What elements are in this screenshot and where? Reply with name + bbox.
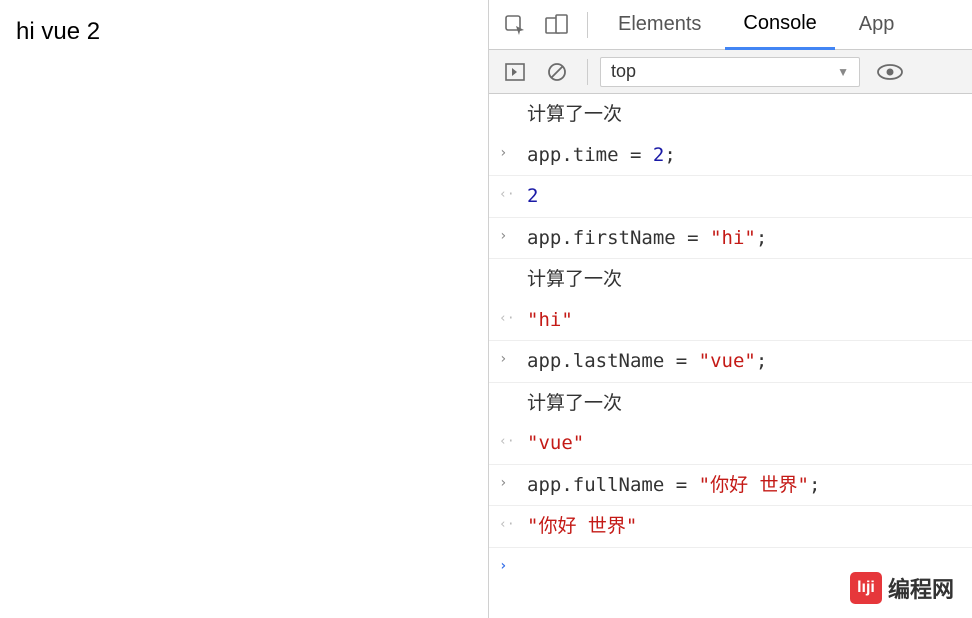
console-content: 2 xyxy=(527,182,962,211)
console-row: ‹·2 xyxy=(489,176,972,218)
console-content: app.fullName = "你好 世界"; xyxy=(527,471,962,500)
console-gutter: ‹· xyxy=(499,306,527,329)
context-selector-value: top xyxy=(611,61,636,82)
console-row: 计算了一次 xyxy=(489,383,972,424)
console-gutter xyxy=(499,265,527,267)
console-content: "你好 世界" xyxy=(527,512,962,541)
watermark: lıji 编程网 xyxy=(850,572,954,604)
console-row: 计算了一次 xyxy=(489,259,972,300)
tab-application[interactable]: App xyxy=(841,1,913,48)
devtools-panel: Elements Console App top ▼ xyxy=(489,0,972,618)
console-gutter: › xyxy=(499,224,527,247)
console-gutter: ‹· xyxy=(499,429,527,452)
console-gutter: › xyxy=(499,554,527,577)
console-gutter xyxy=(499,100,527,102)
console-row: ›app.lastName = "vue"; xyxy=(489,341,972,383)
console-toolbar: top ▼ xyxy=(489,50,972,94)
sidebar-toggle-icon[interactable] xyxy=(497,54,533,90)
toolbar-divider xyxy=(587,12,588,38)
console-gutter: ‹· xyxy=(499,182,527,205)
console-content: app.firstName = "hi"; xyxy=(527,224,962,253)
tab-elements[interactable]: Elements xyxy=(600,1,719,48)
context-selector[interactable]: top ▼ xyxy=(600,57,860,87)
page-text: hi vue 2 xyxy=(16,18,100,45)
console-log-area[interactable]: 计算了一次›app.time = 2;‹·2›app.firstName = "… xyxy=(489,94,972,618)
console-content: app.lastName = "vue"; xyxy=(527,347,962,376)
toolbar-divider xyxy=(587,59,588,85)
devtools-toolbar: Elements Console App xyxy=(489,0,972,50)
console-content: "vue" xyxy=(527,429,962,458)
console-row: ›app.firstName = "hi"; xyxy=(489,218,972,260)
live-expression-icon[interactable] xyxy=(872,54,908,90)
console-row: ‹·"hi" xyxy=(489,300,972,342)
inspect-icon[interactable] xyxy=(497,7,533,43)
clear-console-icon[interactable] xyxy=(539,54,575,90)
console-content: "hi" xyxy=(527,306,962,335)
console-row: ‹·"你好 世界" xyxy=(489,506,972,548)
console-gutter: › xyxy=(499,471,527,494)
console-content: 计算了一次 xyxy=(527,100,962,129)
console-row: 计算了一次 xyxy=(489,94,972,135)
console-gutter: ‹· xyxy=(499,512,527,535)
tab-console[interactable]: Console xyxy=(725,0,834,50)
device-toggle-icon[interactable] xyxy=(539,7,575,43)
console-row: ‹·"vue" xyxy=(489,423,972,465)
console-row: ›app.time = 2; xyxy=(489,135,972,177)
console-row: ›app.fullName = "你好 世界"; xyxy=(489,465,972,507)
page-content: hi vue 2 xyxy=(0,0,489,618)
console-content: 计算了一次 xyxy=(527,389,962,418)
console-gutter xyxy=(499,389,527,391)
console-content: app.time = 2; xyxy=(527,141,962,170)
chevron-down-icon: ▼ xyxy=(837,65,849,79)
watermark-logo: lıji xyxy=(850,572,882,604)
console-gutter: › xyxy=(499,141,527,164)
console-content: 计算了一次 xyxy=(527,265,962,294)
console-gutter: › xyxy=(499,347,527,370)
watermark-text: 编程网 xyxy=(888,572,954,604)
